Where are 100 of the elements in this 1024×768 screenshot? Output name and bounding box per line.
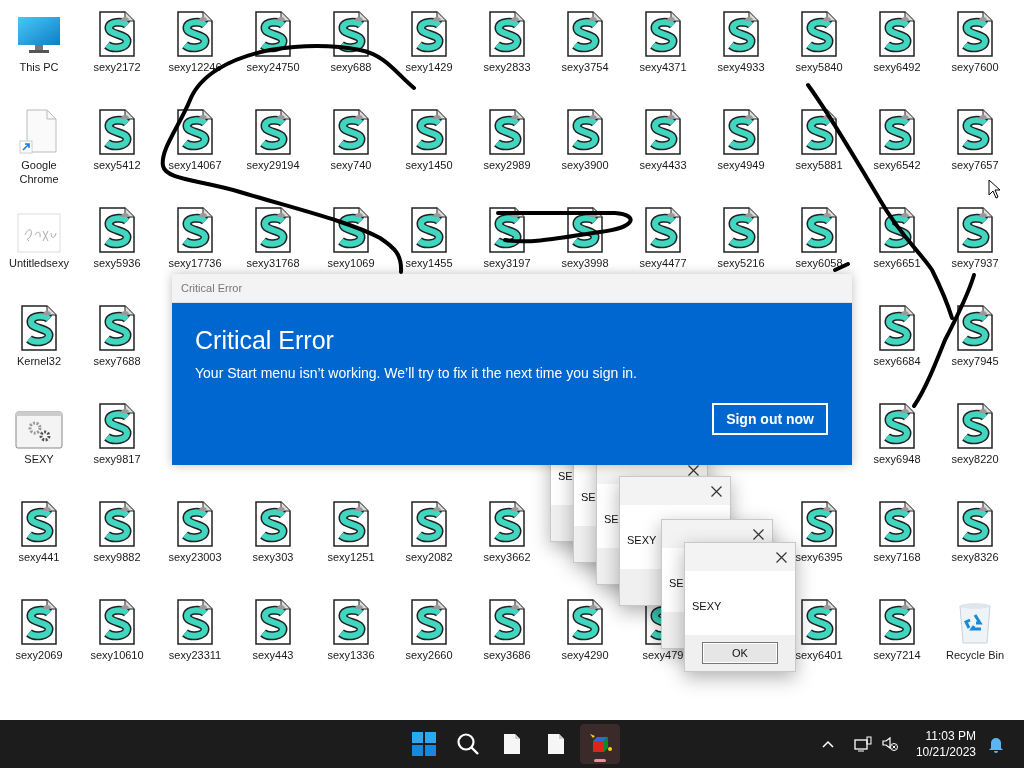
icon-label[interactable]: sexy6542 — [873, 158, 921, 172]
script-file-icon — [409, 11, 449, 57]
icon-label[interactable]: sexy441 — [18, 550, 60, 564]
icon-label[interactable]: sexy6492 — [873, 60, 921, 74]
icon-label[interactable]: sexy6948 — [873, 452, 921, 466]
icon-label[interactable]: sexy9882 — [93, 550, 141, 564]
icon-label[interactable]: sexy3662 — [483, 550, 531, 564]
script-file-icon — [799, 109, 839, 155]
icon-label[interactable]: sexy24750 — [246, 60, 300, 74]
icon-label[interactable]: sexy4371 — [639, 60, 687, 74]
image-thumbnail-icon — [17, 213, 61, 253]
icon-label[interactable]: sexy3686 — [483, 648, 531, 662]
icon-label[interactable]: sexy443 — [252, 648, 294, 662]
icon-label[interactable]: sexy8220 — [951, 452, 999, 466]
icon-label[interactable]: sexy2069 — [15, 648, 63, 662]
message-text: SE — [581, 489, 596, 505]
icon-label[interactable]: SEXY — [24, 452, 54, 466]
icon-label[interactable]: sexy4433 — [639, 158, 687, 172]
icon-label[interactable]: sexy2833 — [483, 60, 531, 74]
script-file-icon — [955, 501, 995, 547]
icon-label[interactable]: sexy7945 — [951, 354, 999, 368]
icon-label[interactable]: sexy4933 — [717, 60, 765, 74]
icon-label[interactable]: sexy10610 — [90, 648, 144, 662]
icon-label[interactable]: sexy31768 — [246, 256, 300, 270]
icon-label[interactable]: sexy9817 — [93, 452, 141, 466]
script-file-icon — [955, 207, 995, 253]
icon-label[interactable]: sexy7214 — [873, 648, 921, 662]
icon-label[interactable]: sexy2172 — [93, 60, 141, 74]
icon-label[interactable]: sexy1336 — [327, 648, 375, 662]
icon-label[interactable]: sexy8326 — [951, 550, 999, 564]
icon-label[interactable]: sexy303 — [252, 550, 294, 564]
message-text: SE — [558, 468, 573, 484]
icon-label[interactable]: sexy3754 — [561, 60, 609, 74]
icon-label[interactable]: sexy2660 — [405, 648, 453, 662]
icon-label[interactable]: sexy7937 — [951, 256, 999, 270]
icon-label[interactable]: Kernel32 — [16, 354, 61, 368]
ok-button[interactable]: OK — [702, 642, 778, 664]
script-file-icon — [19, 305, 59, 351]
clock-date[interactable]: 10/21/2023 — [915, 744, 976, 760]
icon-label[interactable]: sexy5840 — [795, 60, 843, 74]
speaker-muted-icon[interactable] — [881, 736, 898, 752]
icon-label[interactable]: sexy5881 — [795, 158, 843, 172]
script-file-icon — [565, 11, 605, 57]
icon-label[interactable]: This PC — [19, 60, 59, 74]
icon-label[interactable]: sexy6684 — [873, 354, 921, 368]
icon-label[interactable]: Google Chrome — [6, 158, 72, 186]
script-file-icon — [253, 501, 293, 547]
script-file-icon — [175, 207, 215, 253]
clock-time[interactable]: 11:03 PM — [925, 728, 976, 744]
script-file-icon — [877, 305, 917, 351]
icon-label[interactable]: sexy3998 — [561, 256, 609, 270]
icon-label[interactable]: sexy1450 — [405, 158, 453, 172]
icon-label[interactable]: sexy14067 — [168, 158, 222, 172]
script-file-icon — [955, 11, 995, 57]
close-icon[interactable] — [753, 528, 764, 540]
dialog-message: Your Start menu isn’t working. We’ll try to fix it the next time you sign in. — [195, 364, 638, 383]
icon-label[interactable]: Recycle Bin — [945, 648, 1005, 662]
icon-label[interactable]: sexy6395 — [795, 550, 843, 564]
icon-label[interactable]: sexy6401 — [795, 648, 843, 662]
icon-label[interactable]: sexy6058 — [795, 256, 843, 270]
icon-label[interactable]: sexy7600 — [951, 60, 999, 74]
script-file-icon — [565, 109, 605, 155]
taskbar-button[interactable] — [580, 724, 620, 764]
icon-label[interactable]: sexy17736 — [168, 256, 222, 270]
script-file-icon — [877, 109, 917, 155]
script-file-icon — [97, 599, 137, 645]
icon-label[interactable]: sexy4290 — [561, 648, 609, 662]
icon-label[interactable]: sexy3197 — [483, 256, 531, 270]
icon-label[interactable]: sexy5936 — [93, 256, 141, 270]
icon-label[interactable]: sexy479 — [642, 648, 684, 662]
script-file-icon — [799, 501, 839, 547]
chevron-up-icon[interactable] — [821, 740, 834, 748]
icon-label[interactable]: sexy1429 — [405, 60, 453, 74]
notification-bell-icon[interactable] — [988, 735, 1004, 753]
icon-label[interactable]: sexy7657 — [951, 158, 999, 172]
icon-label[interactable]: sexy3900 — [561, 158, 609, 172]
icon-label[interactable]: sexy4477 — [639, 256, 687, 270]
icon-label[interactable]: sexy2989 — [483, 158, 531, 172]
icon-label[interactable]: sexy1251 — [327, 550, 375, 564]
close-icon[interactable] — [688, 464, 699, 476]
icon-label[interactable]: sexy5412 — [93, 158, 141, 172]
icon-label[interactable]: sexy23311 — [168, 648, 222, 662]
icon-label[interactable]: sexy4949 — [717, 158, 765, 172]
icon-label[interactable]: sexy740 — [330, 158, 372, 172]
close-icon[interactable] — [776, 551, 787, 563]
sign-out-button[interactable]: Sign out now — [712, 403, 828, 435]
icon-label[interactable]: sexy29194 — [246, 158, 300, 172]
icon-label[interactable]: sexy5216 — [717, 256, 765, 270]
icon-label[interactable]: sexy1455 — [405, 256, 453, 270]
icon-label[interactable]: Untitledsexy — [9, 256, 69, 270]
network-monitor-icon[interactable] — [853, 736, 872, 752]
script-file-icon — [409, 599, 449, 645]
icon-label[interactable]: sexy6651 — [873, 256, 921, 270]
icon-label[interactable]: sexy1069 — [327, 256, 375, 270]
icon-label[interactable]: sexy2082 — [405, 550, 453, 564]
icon-label[interactable]: sexy7168 — [873, 550, 921, 564]
icon-label[interactable]: sexy688 — [330, 60, 372, 74]
icon-label[interactable]: sexy23003 — [168, 550, 222, 564]
icon-label[interactable]: sexy7688 — [93, 354, 141, 368]
close-icon[interactable] — [711, 485, 722, 497]
